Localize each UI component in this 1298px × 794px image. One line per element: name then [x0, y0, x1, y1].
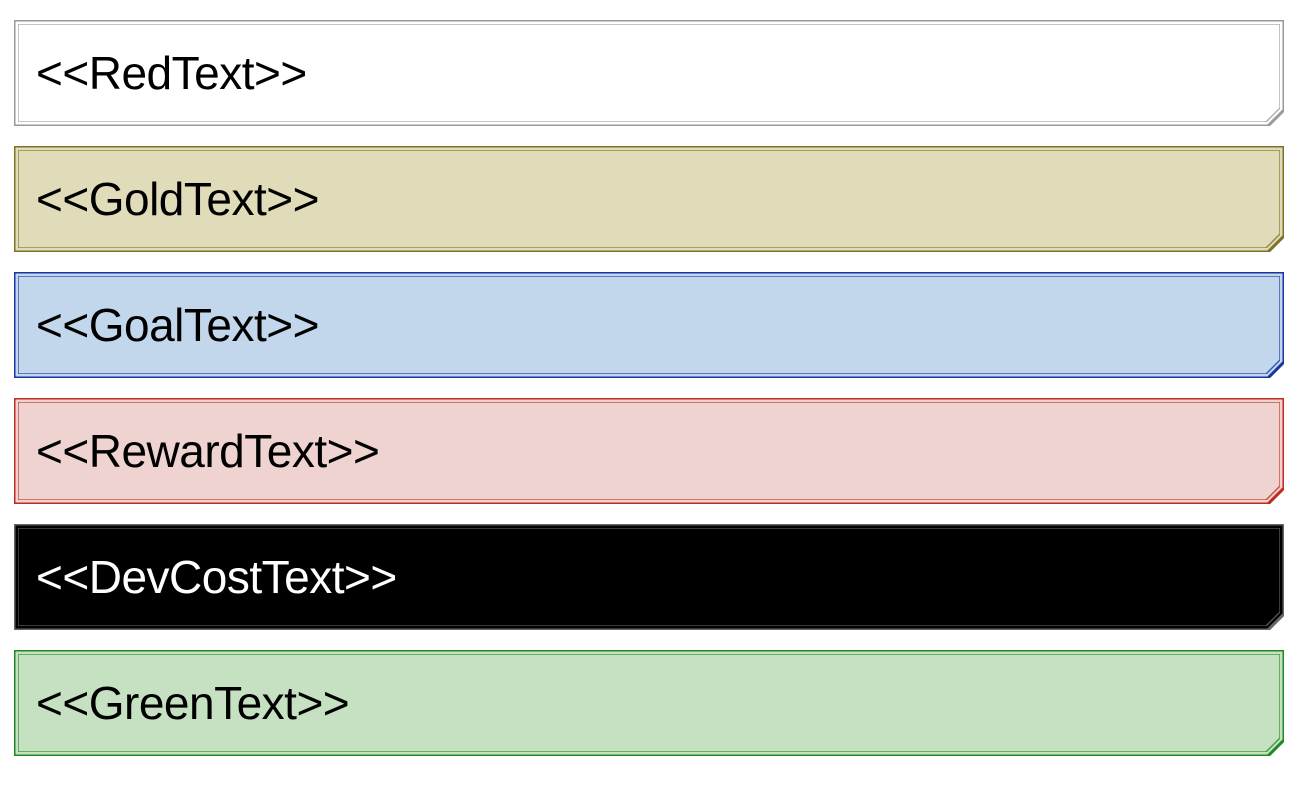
banner-green: <<GreenText>>: [14, 650, 1284, 756]
banner-green-label: <<GreenText>>: [36, 676, 349, 730]
banner-devcost-label: <<DevCostText>>: [36, 550, 397, 604]
banner-goal-label: <<GoalText>>: [36, 298, 319, 352]
banner-devcost: <<DevCostText>>: [14, 524, 1284, 630]
banner-gold-label: <<GoldText>>: [36, 172, 319, 226]
banner-reward: <<RewardText>>: [14, 398, 1284, 504]
banner-reward-label: <<RewardText>>: [36, 424, 379, 478]
banner-goal: <<GoalText>>: [14, 272, 1284, 378]
banner-gold: <<GoldText>>: [14, 146, 1284, 252]
banner-list: <<RedText>> <<GoldText>> <<GoalText>> <<…: [14, 20, 1284, 756]
banner-red: <<RedText>>: [14, 20, 1284, 126]
banner-red-label: <<RedText>>: [36, 46, 307, 100]
